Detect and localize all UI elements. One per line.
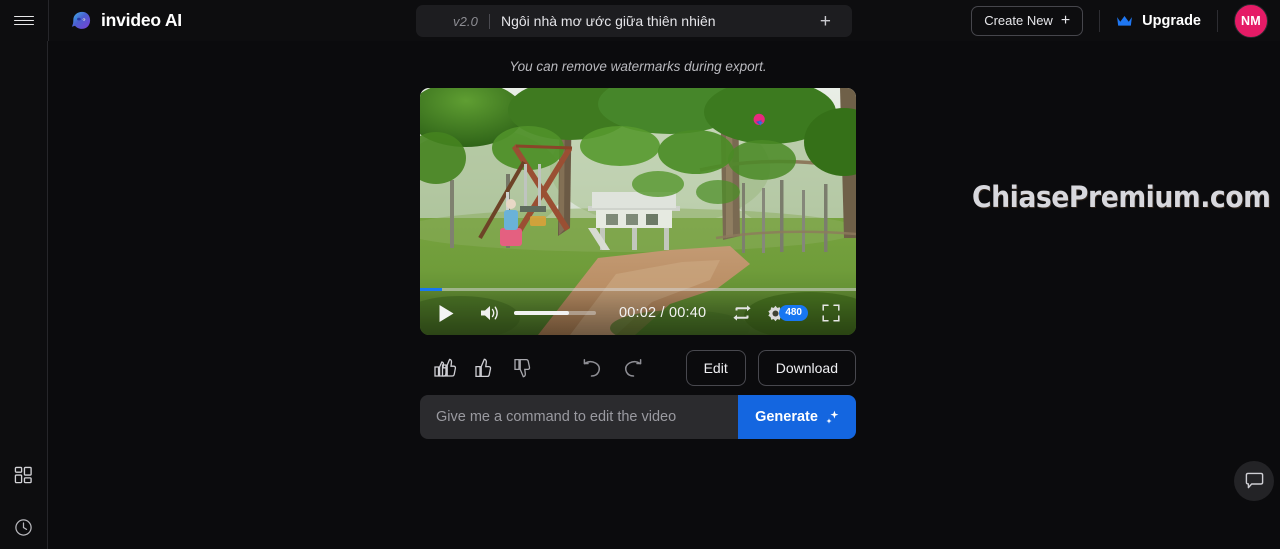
create-new-label: Create New xyxy=(984,13,1053,28)
brand-name: invideo AI xyxy=(101,10,182,30)
crown-icon xyxy=(1117,15,1133,26)
invideo-watermark-icon xyxy=(753,113,765,126)
hamburger-bar xyxy=(14,15,34,18)
hamburger-menu-icon[interactable] xyxy=(0,0,48,41)
watermark-note: You can remove watermarks during export. xyxy=(509,59,767,74)
video-player[interactable]: 00:02 / 00:40 480 xyxy=(420,88,856,335)
generate-label: Generate xyxy=(755,409,818,425)
video-controls-bar: 00:02 / 00:40 480 xyxy=(420,291,856,335)
play-icon xyxy=(439,304,453,322)
download-button[interactable]: Download xyxy=(757,350,856,386)
avatar[interactable]: NM xyxy=(1234,3,1268,38)
play-button[interactable] xyxy=(429,296,463,330)
fullscreen-icon xyxy=(822,304,840,322)
upgrade-button[interactable]: Upgrade xyxy=(1116,13,1201,29)
sidebar-item-history[interactable] xyxy=(0,510,47,544)
app-header: invideo AI v2.0 Ngôi nhà mơ ước giữa thi… xyxy=(0,0,1280,41)
grid-dashboard-icon xyxy=(14,466,32,483)
sparkle-icon xyxy=(826,410,839,424)
volume-slider[interactable] xyxy=(514,311,596,315)
thumbs-down-icon xyxy=(514,358,530,378)
quality-badge: 480 xyxy=(779,305,808,321)
project-separator xyxy=(488,13,490,29)
command-bar: Generate xyxy=(420,395,856,439)
project-title-pill[interactable]: v2.0 Ngôi nhà mơ ước giữa thiên nhiên + xyxy=(416,5,852,37)
main-content: You can remove watermarks during export. xyxy=(48,41,1280,549)
project-version-label: v2.0 xyxy=(453,13,478,29)
thumbs-up-icon xyxy=(475,358,492,378)
project-title-label: Ngôi nhà mơ ước giữa thiên nhiên xyxy=(500,13,716,29)
brand-logo-link[interactable]: invideo AI xyxy=(70,10,182,31)
redo-arrow-icon xyxy=(625,359,642,377)
loop-icon xyxy=(733,305,751,321)
header-divider xyxy=(1099,9,1101,32)
volume-on-icon xyxy=(480,306,498,320)
create-new-button[interactable]: Create New + xyxy=(971,5,1084,36)
volume-slider-fill xyxy=(514,311,569,315)
upgrade-label: Upgrade xyxy=(1142,12,1201,29)
invideo-logo-icon xyxy=(71,11,91,29)
fullscreen-button[interactable] xyxy=(818,300,844,326)
header-right-group: Create New + Upgrade NM xyxy=(971,0,1280,41)
generate-button[interactable]: Generate xyxy=(738,395,856,439)
sidebar-item-dashboard[interactable] xyxy=(0,458,47,492)
clock-history-icon xyxy=(15,518,32,536)
house xyxy=(588,192,680,250)
chat-bubble-icon xyxy=(1245,472,1263,489)
edit-button[interactable]: Edit xyxy=(685,350,746,386)
video-time-display: 00:02 / 00:40 xyxy=(619,305,707,321)
page-watermark: ChiasePremium.com xyxy=(971,180,1271,214)
redo-button[interactable] xyxy=(616,353,649,383)
chat-support-button[interactable] xyxy=(1234,461,1274,501)
hamburger-bar xyxy=(14,19,34,22)
double-thumbs-up-button[interactable] xyxy=(430,353,463,383)
volume-button[interactable] xyxy=(475,298,505,328)
thumbs-up-button[interactable] xyxy=(469,353,502,383)
command-input[interactable] xyxy=(420,395,738,439)
video-actions-row: Edit Download xyxy=(420,345,856,391)
header-divider xyxy=(1217,9,1218,32)
quality-settings-button[interactable]: 480 xyxy=(767,305,808,322)
thumbs-down-button[interactable] xyxy=(507,353,540,383)
header-divider xyxy=(48,0,49,41)
loop-button[interactable] xyxy=(729,300,755,326)
undo-arrow-icon xyxy=(583,359,600,377)
plus-icon: + xyxy=(1060,11,1071,29)
hamburger-bar xyxy=(14,23,34,26)
add-project-icon[interactable]: + xyxy=(820,12,831,31)
double-thumbs-up-icon xyxy=(434,358,457,377)
undo-button[interactable] xyxy=(576,353,609,383)
left-sidebar xyxy=(0,41,48,549)
